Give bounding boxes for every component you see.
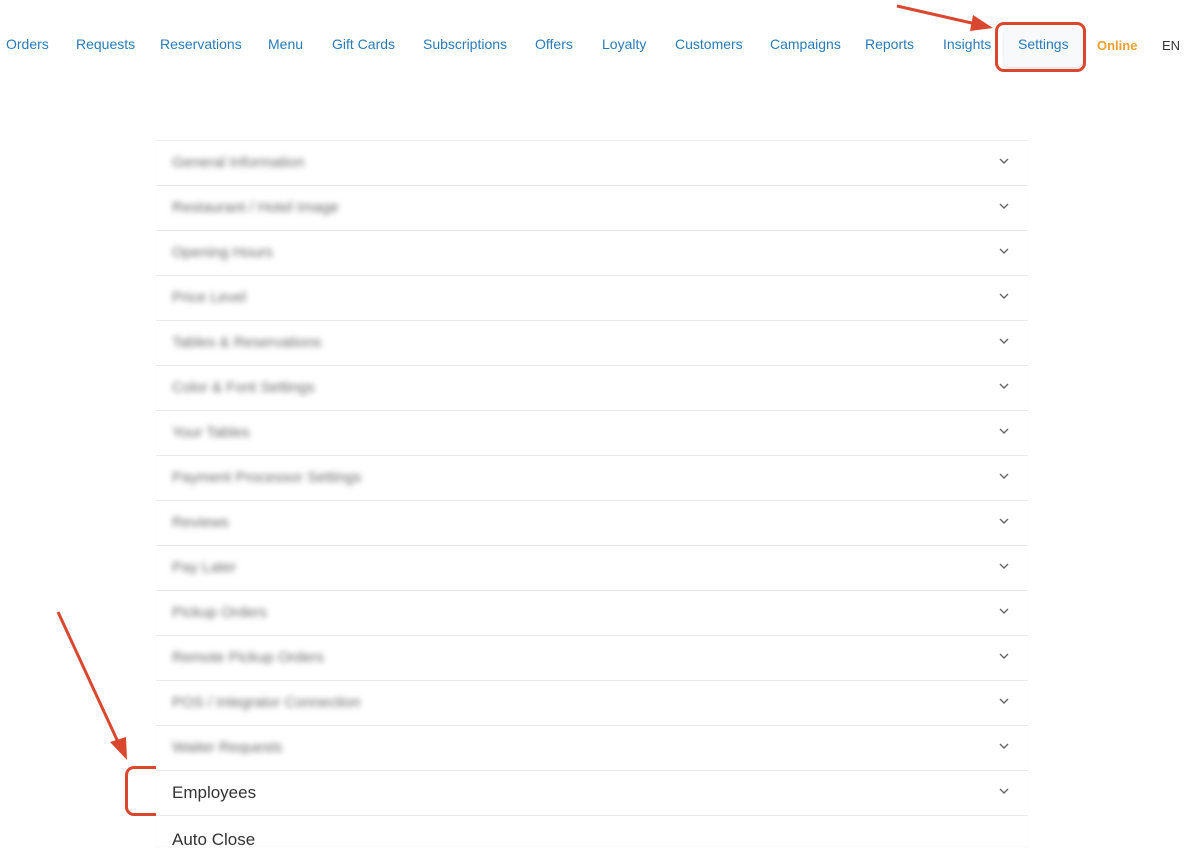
accordion-label: Reviews	[172, 514, 229, 531]
nav-orders[interactable]: Orders	[6, 35, 49, 53]
chevron-down-icon	[998, 290, 1010, 302]
nav-subscriptions[interactable]: Subscriptions	[423, 35, 507, 53]
chevron-down-icon	[998, 425, 1010, 437]
nav-reports[interactable]: Reports	[865, 35, 914, 53]
nav-requests[interactable]: Requests	[76, 35, 135, 53]
chevron-down-icon	[998, 695, 1010, 707]
accordion-label: Price Level	[172, 289, 247, 306]
chevron-down-icon	[998, 155, 1010, 167]
chevron-down-icon	[998, 335, 1010, 347]
top-navigation: Orders Requests Reservations Menu Gift C…	[0, 0, 1195, 90]
nav-settings[interactable]: Settings	[1018, 36, 1069, 52]
chevron-down-icon	[998, 785, 1010, 797]
accordion-row-waiter-requests[interactable]: Waiter Requests	[156, 726, 1028, 771]
accordion-label: Restaurant / Hotel Image	[172, 199, 339, 216]
online-status: Online	[1097, 38, 1138, 53]
chevron-down-icon	[998, 245, 1010, 257]
accordion-label: General Information	[172, 154, 305, 171]
chevron-down-icon	[998, 605, 1010, 617]
language-selector[interactable]: EN	[1162, 37, 1180, 55]
nav-loyalty[interactable]: Loyalty	[602, 35, 646, 53]
accordion-row-remote-pickup-orders[interactable]: Remote Pickup Orders	[156, 636, 1028, 681]
nav-customers[interactable]: Customers	[675, 35, 743, 53]
chevron-down-icon	[998, 380, 1010, 392]
nav-insights[interactable]: Insights	[943, 35, 991, 53]
accordion-row-payment-processor[interactable]: Payment Processor Settings	[156, 456, 1028, 501]
nav-campaigns[interactable]: Campaigns	[770, 35, 841, 53]
arrow-to-employees	[56, 611, 127, 760]
accordion-label: Tables & Reservations	[172, 334, 322, 351]
accordion-row-price-level[interactable]: Price Level	[156, 276, 1028, 321]
nav-menu[interactable]: Menu	[268, 35, 303, 53]
accordion-label: Your Tables	[172, 424, 250, 441]
accordion-row-opening-hours[interactable]: Opening Hours	[156, 231, 1028, 276]
chevron-down-icon	[998, 515, 1010, 527]
nav-offers[interactable]: Offers	[535, 35, 573, 53]
accordion-row-employees[interactable]: Employees	[156, 771, 1028, 816]
accordion-row-pickup-orders[interactable]: Pickup Orders	[156, 591, 1028, 636]
accordion-row-color-font-settings[interactable]: Color & Font Settings	[156, 366, 1028, 411]
accordion-label: Color & Font Settings	[172, 379, 315, 396]
settings-accordion: General Information Restaurant / Hotel I…	[156, 140, 1028, 849]
accordion-row-restaurant-image[interactable]: Restaurant / Hotel Image	[156, 186, 1028, 231]
nav-reservations[interactable]: Reservations	[160, 35, 242, 53]
accordion-label-employees: Employees	[172, 783, 257, 802]
accordion-label: Pay Later	[172, 559, 237, 576]
accordion-row-reviews[interactable]: Reviews	[156, 501, 1028, 546]
accordion-label: Pickup Orders	[172, 604, 268, 621]
accordion-label: Opening Hours	[172, 244, 273, 261]
chevron-down-icon	[998, 200, 1010, 212]
accordion-row-your-tables[interactable]: Your Tables	[156, 411, 1028, 456]
accordion-row-auto-close[interactable]: Auto Close	[156, 816, 1028, 849]
accordion-label: Payment Processor Settings	[172, 469, 362, 486]
accordion-label: POS / Integrator Connection	[172, 694, 361, 711]
chevron-down-icon	[998, 740, 1010, 752]
chevron-down-icon	[998, 650, 1010, 662]
accordion-row-general-information[interactable]: General Information	[156, 141, 1028, 186]
accordion-row-tables-reservations[interactable]: Tables & Reservations	[156, 321, 1028, 366]
accordion-label: Waiter Requests	[172, 739, 283, 756]
chevron-down-icon	[998, 470, 1010, 482]
accordion-row-pay-later[interactable]: Pay Later	[156, 546, 1028, 591]
nav-gift-cards[interactable]: Gift Cards	[332, 35, 395, 53]
accordion-row-pos-integrator[interactable]: POS / Integrator Connection	[156, 681, 1028, 726]
chevron-down-icon	[998, 560, 1010, 572]
accordion-label-auto-close: Auto Close	[172, 830, 256, 849]
accordion-label: Remote Pickup Orders	[172, 649, 324, 666]
